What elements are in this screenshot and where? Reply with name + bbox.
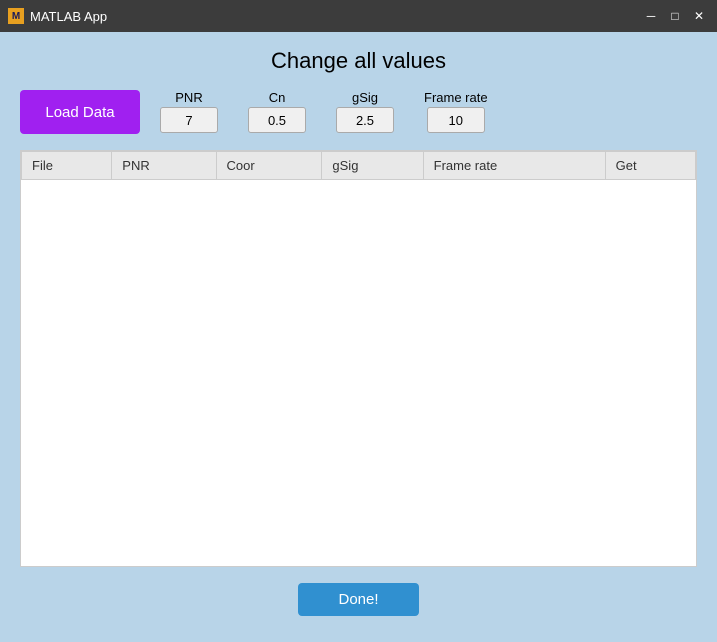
param-input-cn[interactable] — [248, 107, 306, 133]
col-framerate: Frame rate — [423, 152, 605, 180]
load-data-button[interactable]: Load Data — [20, 90, 140, 134]
param-group-cn: Cn — [248, 90, 306, 133]
app-window: M MATLAB App ─ □ ✕ Change all values Loa… — [0, 0, 717, 642]
param-label-cn: Cn — [269, 90, 286, 105]
param-input-gsig[interactable] — [336, 107, 394, 133]
col-pnr: PNR — [112, 152, 216, 180]
data-table: File PNR Coor gSig Frame rate Get — [21, 151, 696, 180]
col-gsig: gSig — [322, 152, 423, 180]
param-group-pnr: PNR — [160, 90, 218, 133]
param-group-gsig: gSig — [336, 90, 394, 133]
param-label-pnr: PNR — [175, 90, 202, 105]
param-label-framerate: Frame rate — [424, 90, 488, 105]
minimize-button[interactable]: ─ — [641, 6, 661, 26]
controls-row: Load Data PNR Cn gSig — [20, 90, 697, 134]
page-title: Change all values — [20, 48, 697, 74]
col-file: File — [22, 152, 112, 180]
param-label-gsig: gSig — [352, 90, 378, 105]
app-icon: M — [8, 8, 24, 24]
maximize-button[interactable]: □ — [665, 6, 685, 26]
param-group-framerate: Frame rate — [424, 90, 488, 133]
param-input-pnr[interactable] — [160, 107, 218, 133]
table-header-row: File PNR Coor gSig Frame rate Get — [22, 152, 696, 180]
param-input-framerate[interactable] — [427, 107, 485, 133]
col-coor: Coor — [216, 152, 322, 180]
data-table-container: File PNR Coor gSig Frame rate Get — [20, 150, 697, 567]
col-get: Get — [605, 152, 695, 180]
content-area: Change all values Load Data PNR Cn gSig — [0, 32, 717, 642]
close-button[interactable]: ✕ — [689, 6, 709, 26]
title-bar: M MATLAB App ─ □ ✕ — [0, 0, 717, 32]
params-section: PNR Cn gSig Frame rate — [160, 90, 488, 133]
window-controls: ─ □ ✕ — [641, 6, 709, 26]
done-button[interactable]: Done! — [298, 583, 418, 616]
app-title: MATLAB App — [30, 9, 641, 24]
bottom-bar: Done! — [20, 583, 697, 626]
